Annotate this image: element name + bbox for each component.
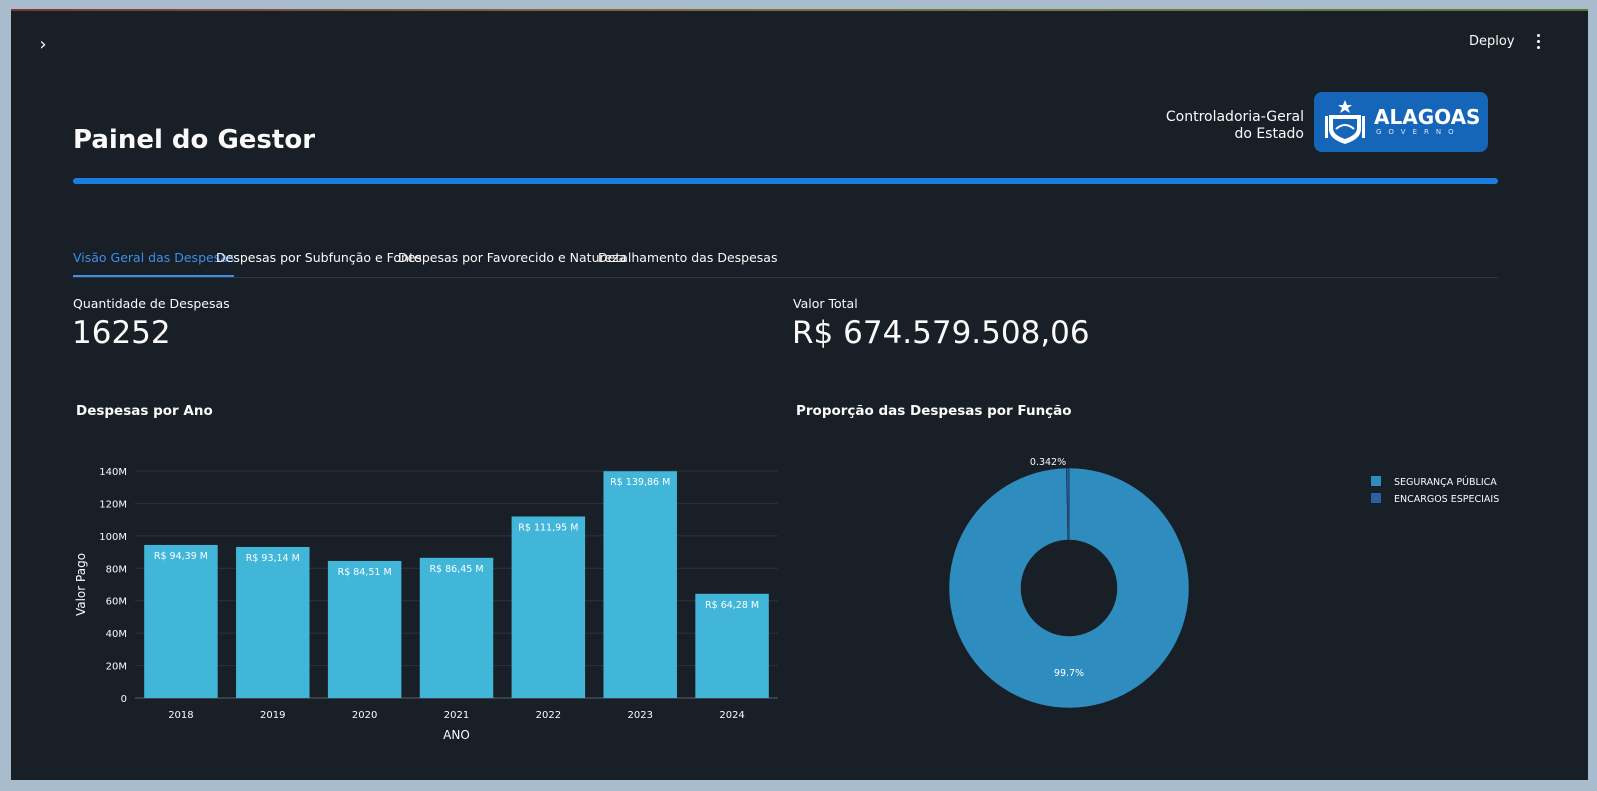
x-tick-label: 2023 [627, 710, 652, 721]
count-metric-value: 16252 [72, 315, 171, 351]
pie-pct-label: 0.342% [1030, 457, 1066, 468]
y-tick-label: 100M [99, 532, 127, 543]
logo-subtext: GOVERNO [1376, 128, 1461, 136]
pie-pct-label: 99.7% [1054, 668, 1084, 679]
bar-value-label: R$ 94,39 M [154, 551, 208, 562]
tab-visao-geral[interactable]: Visão Geral das Despesas [73, 247, 235, 277]
org-name-line2: do Estado [1234, 126, 1304, 142]
pie-chart-title: Proporção das Despesas por Função [796, 403, 1072, 419]
y-tick-label: 0 [121, 694, 127, 705]
page-title: Painel do Gestor [73, 125, 316, 155]
x-tick-label: 2024 [719, 710, 744, 721]
y-tick-label: 40M [106, 629, 127, 640]
bar-chart: 0 20M 40M 60M 80M 100M 120M 140M R$ 94,39 M 2018 R… [74, 467, 778, 742]
bar-value-label: R$ 86,45 M [429, 564, 483, 575]
tab-favorecido-natureza[interactable]: Despesas por Favorecido e Natureza [398, 247, 626, 277]
more-menu-icon[interactable] [1529, 31, 1547, 53]
expand-sidebar-icon[interactable]: › [33, 35, 53, 55]
alagoas-logo: ALAGOAS GOVERNO [1314, 92, 1488, 152]
total-metric-value: R$ 674.579.508,06 [792, 315, 1090, 351]
tab-detalhamento[interactable]: Detalhamento das Despesas [598, 247, 777, 277]
legend-label: SEGURANÇA PÚBLICA [1394, 476, 1497, 488]
legend-label: ENCARGOS ESPECIAIS [1394, 494, 1499, 505]
bar [511, 516, 586, 698]
x-tick-label: 2021 [444, 710, 469, 721]
y-axis-title: Valor Pago [74, 553, 88, 616]
x-tick-label: 2018 [168, 710, 193, 721]
logo-text: ALAGOAS [1374, 105, 1481, 129]
state-seal-icon [1325, 100, 1365, 144]
legend-swatch [1371, 476, 1381, 486]
bar-value-label: R$ 93,14 M [246, 553, 300, 564]
y-tick-label: 120M [99, 499, 127, 510]
bar-chart-title: Despesas por Ano [76, 403, 213, 419]
x-axis-title: ANO [443, 728, 470, 742]
bar-value-label: R$ 111,95 M [518, 522, 578, 533]
org-name-line1: Controladoria-Geral [1165, 109, 1304, 125]
legend-swatch [1371, 493, 1381, 503]
y-tick-label: 80M [106, 564, 127, 575]
y-tick-label: 140M [99, 467, 127, 478]
x-tick-label: 2022 [536, 710, 561, 721]
bar [327, 560, 402, 698]
bar-value-label: R$ 64,28 M [705, 600, 759, 611]
bar [603, 471, 677, 698]
x-tick-label: 2019 [260, 710, 285, 721]
org-name: Controladoria-Geral do Estado [1111, 109, 1304, 143]
pie-chart: 99.7% 0.342% SEGURANÇA PÚBLICA ENCARGOS ESP… [948, 457, 1499, 709]
tab-subfuncao-fonte[interactable]: Despesas por Subfunção e Fonte [216, 247, 422, 277]
y-tick-label: 60M [106, 597, 127, 608]
header-divider [73, 178, 1498, 184]
total-metric-label: Valor Total [793, 296, 858, 311]
tab-bar: Visão Geral das Despesas Despesas por Su… [73, 247, 1498, 278]
bar [144, 544, 218, 698]
top-decoration [11, 9, 1588, 11]
count-metric-label: Quantidade de Despesas [73, 296, 230, 311]
bar-value-label: R$ 139,86 M [610, 477, 670, 488]
x-tick-label: 2020 [352, 710, 377, 721]
y-tick-label: 20M [106, 662, 127, 673]
bar [236, 546, 310, 698]
deploy-button[interactable]: Deploy [1469, 31, 1515, 53]
bar [419, 557, 494, 698]
bar-value-label: R$ 84,51 M [338, 567, 392, 578]
app-container: › Deploy Painel do Gestor Controladoria-… [11, 9, 1588, 780]
